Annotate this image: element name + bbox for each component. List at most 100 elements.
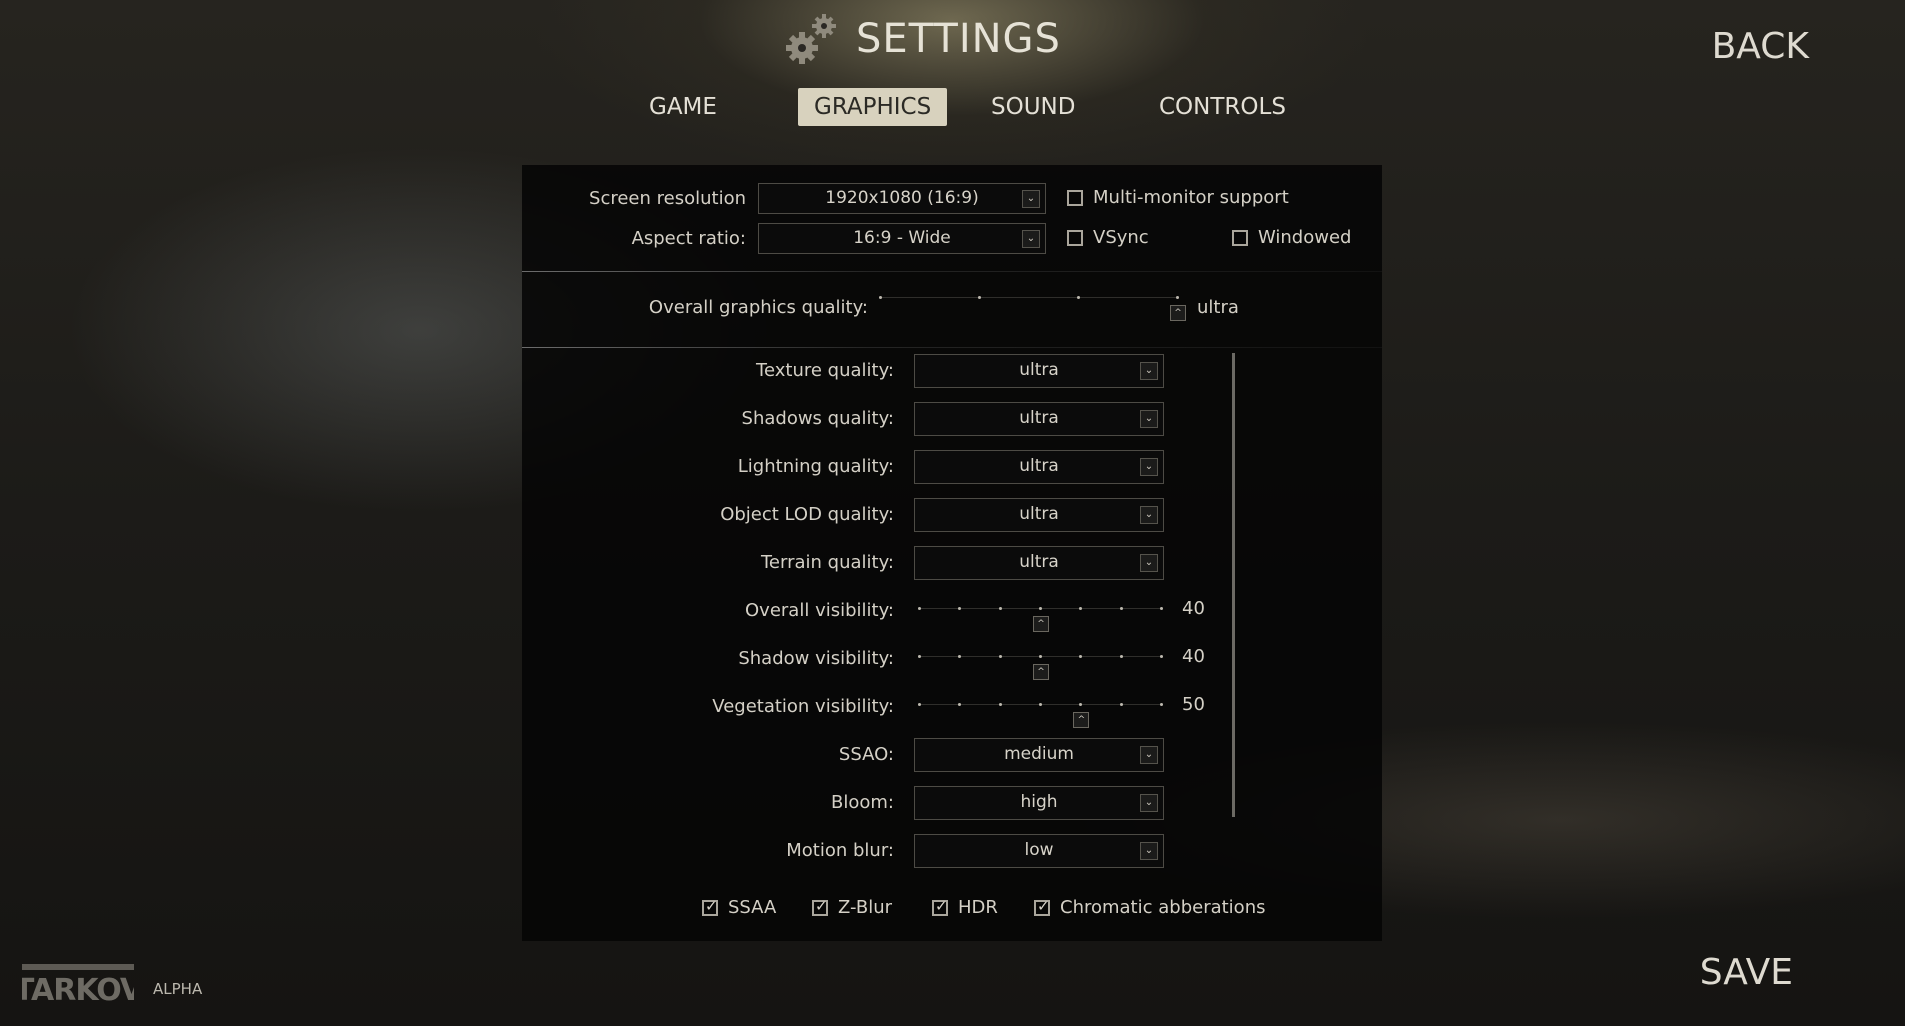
chevron-down-icon: ⌄ bbox=[1140, 362, 1158, 380]
overall-quality-label: Overall graphics quality: bbox=[648, 297, 868, 318]
game-logo: TARKOV bbox=[14, 964, 145, 1008]
slider-tick bbox=[918, 703, 921, 706]
vegetation-visibility-label: Vegetation visibility: bbox=[712, 696, 894, 717]
object-lod-quality-dropdown[interactable]: ultra ⌄ bbox=[914, 498, 1164, 532]
motion-blur-label: Motion blur: bbox=[786, 840, 894, 861]
slider-tick bbox=[1176, 296, 1179, 299]
screen-resolution-value: 1920x1080 (16:9) bbox=[825, 188, 979, 208]
slider-tick bbox=[1039, 655, 1042, 658]
vegetation-visibility-value: 50 bbox=[1182, 694, 1205, 715]
dropdown-value: ultra bbox=[1019, 456, 1059, 476]
multi-monitor-checkbox[interactable]: Multi-monitor support bbox=[1067, 187, 1289, 208]
slider-tick bbox=[1160, 655, 1163, 658]
checkbox-box bbox=[932, 897, 948, 916]
slider-tick bbox=[998, 703, 1002, 706]
dropdown-value: ultra bbox=[1019, 504, 1059, 524]
dropdown-value: low bbox=[1024, 840, 1054, 860]
slider-tick bbox=[1160, 703, 1163, 706]
chevron-down-icon: ⌄ bbox=[1140, 554, 1158, 572]
checkbox-box bbox=[812, 897, 828, 916]
tarkov-logo: TARKOV bbox=[14, 964, 145, 1008]
bloom-dropdown[interactable]: high ⌄ bbox=[914, 786, 1164, 820]
overall-visibility-label: Overall visibility: bbox=[745, 600, 894, 621]
slider-handle[interactable]: ^ bbox=[1170, 305, 1186, 321]
vsync-label: VSync bbox=[1093, 227, 1149, 248]
slider-handle[interactable]: ^ bbox=[1033, 664, 1049, 680]
graphics-settings-panel: Screen resolution 1920x1080 (16:9) ⌄ Mul… bbox=[522, 165, 1382, 941]
terrain-quality-label: Terrain quality: bbox=[761, 552, 894, 573]
lightning-quality-dropdown[interactable]: ultra ⌄ bbox=[914, 450, 1164, 484]
slider-tick bbox=[1079, 703, 1083, 706]
texture-quality-label: Texture quality: bbox=[756, 360, 894, 381]
windowed-checkbox[interactable]: Windowed bbox=[1232, 227, 1351, 248]
lightning-quality-label: Lightning quality: bbox=[737, 456, 894, 477]
settings-tabs: GAME GRAPHICS SOUND CONTROLS bbox=[620, 88, 1286, 128]
shadows-quality-dropdown[interactable]: ultra ⌄ bbox=[914, 402, 1164, 436]
shadows-quality-label: Shadows quality: bbox=[741, 408, 894, 429]
checkbox-box bbox=[1034, 897, 1050, 916]
slider-tick bbox=[1077, 296, 1080, 299]
slider-handle[interactable]: ^ bbox=[1033, 616, 1049, 632]
tab-graphics[interactable]: GRAPHICS bbox=[798, 88, 948, 126]
chromatic-abberations-label: Chromatic abberations bbox=[1060, 897, 1266, 918]
shadow-visibility-value: 40 bbox=[1182, 646, 1205, 667]
ssaa-checkbox[interactable]: SSAA bbox=[702, 897, 776, 918]
ssao-label: SSAO: bbox=[838, 744, 894, 765]
checkbox-box bbox=[702, 897, 718, 916]
tab-sound[interactable]: SOUND bbox=[975, 88, 1091, 126]
ssao-dropdown[interactable]: medium ⌄ bbox=[914, 738, 1164, 772]
settings-header: SETTINGS bbox=[780, 8, 1061, 70]
slider-tick bbox=[918, 655, 921, 658]
vsync-checkbox[interactable]: VSync bbox=[1067, 227, 1149, 248]
slider-handle[interactable]: ^ bbox=[1073, 712, 1090, 728]
aspect-ratio-value: 16:9 - Wide bbox=[853, 228, 951, 248]
chromatic-abberations-checkbox[interactable]: Chromatic abberations bbox=[1034, 897, 1265, 918]
slider-tick bbox=[1079, 607, 1083, 610]
overall-visibility-value: 40 bbox=[1182, 598, 1205, 619]
overall-quality-value: ultra bbox=[1197, 297, 1239, 318]
aspect-ratio-dropdown[interactable]: 16:9 - Wide ⌄ bbox=[758, 223, 1046, 254]
slider-tick bbox=[958, 607, 962, 610]
hdr-checkbox[interactable]: HDR bbox=[932, 897, 998, 918]
page-title: SETTINGS bbox=[856, 16, 1061, 62]
z-blur-checkbox[interactable]: Z-Blur bbox=[812, 897, 892, 918]
scrollbar[interactable] bbox=[1232, 353, 1235, 817]
windowed-label: Windowed bbox=[1258, 227, 1352, 248]
ssaa-label: SSAA bbox=[728, 897, 777, 918]
save-button[interactable]: SAVE bbox=[1700, 952, 1793, 993]
shadow-visibility-label: Shadow visibility: bbox=[738, 648, 894, 669]
multi-monitor-label: Multi-monitor support bbox=[1093, 187, 1289, 208]
shadow-visibility-slider[interactable]: ^ bbox=[918, 646, 1163, 680]
vegetation-visibility-slider[interactable]: ^ bbox=[918, 694, 1163, 728]
overall-visibility-slider[interactable]: ^ bbox=[918, 598, 1163, 632]
dropdown-value: medium bbox=[1004, 744, 1074, 764]
slider-tick bbox=[998, 655, 1002, 658]
chevron-down-icon: ⌄ bbox=[1140, 746, 1158, 764]
motion-blur-dropdown[interactable]: low ⌄ bbox=[914, 834, 1164, 868]
texture-quality-dropdown[interactable]: ultra ⌄ bbox=[914, 354, 1164, 388]
chevron-down-icon: ⌄ bbox=[1140, 842, 1158, 860]
slider-tick bbox=[1039, 703, 1042, 706]
section-divider bbox=[522, 271, 1382, 272]
slider-tick bbox=[1119, 703, 1123, 706]
slider-tick bbox=[918, 607, 921, 610]
aspect-ratio-label: Aspect ratio: bbox=[631, 228, 746, 249]
svg-text:TARKOV: TARKOV bbox=[22, 973, 134, 1006]
slider-track[interactable] bbox=[879, 297, 1179, 298]
slider-tick bbox=[978, 296, 981, 299]
slider-tick bbox=[1119, 655, 1123, 658]
slider-tick bbox=[879, 296, 882, 299]
chevron-down-icon: ⌄ bbox=[1022, 229, 1040, 248]
tab-game[interactable]: GAME bbox=[633, 88, 733, 126]
tab-controls[interactable]: CONTROLS bbox=[1143, 88, 1302, 126]
terrain-quality-dropdown[interactable]: ultra ⌄ bbox=[914, 546, 1164, 580]
overall-quality-slider[interactable]: ^ bbox=[879, 287, 1186, 321]
bloom-label: Bloom: bbox=[831, 792, 894, 813]
chevron-down-icon: ⌄ bbox=[1140, 410, 1158, 428]
back-button[interactable]: BACK bbox=[1712, 26, 1809, 67]
alpha-badge: ALPHA bbox=[153, 980, 203, 998]
chevron-down-icon: ⌄ bbox=[1140, 506, 1158, 524]
screen-resolution-dropdown[interactable]: 1920x1080 (16:9) ⌄ bbox=[758, 183, 1046, 214]
dropdown-value: ultra bbox=[1019, 408, 1059, 428]
dropdown-value: high bbox=[1020, 792, 1058, 812]
